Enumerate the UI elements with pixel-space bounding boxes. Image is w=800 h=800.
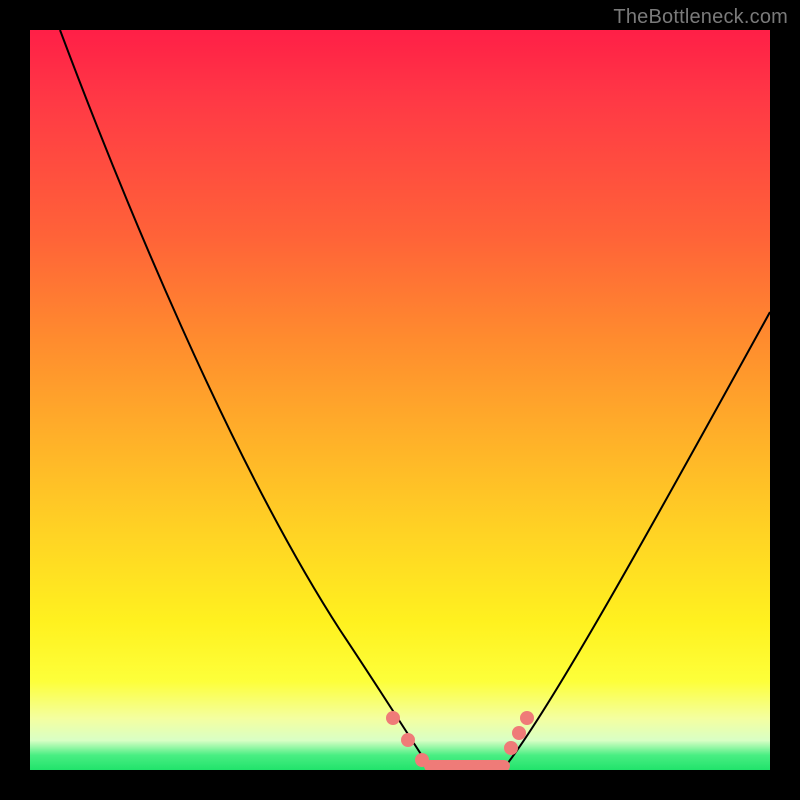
plot-area [30,30,770,770]
bottleneck-curve [30,30,770,770]
beads-left [386,711,429,767]
curve-right-branch [504,312,770,768]
chart-frame: TheBottleneck.com [0,0,800,800]
curve-left-branch [60,30,430,768]
watermark-text: TheBottleneck.com [613,6,788,29]
